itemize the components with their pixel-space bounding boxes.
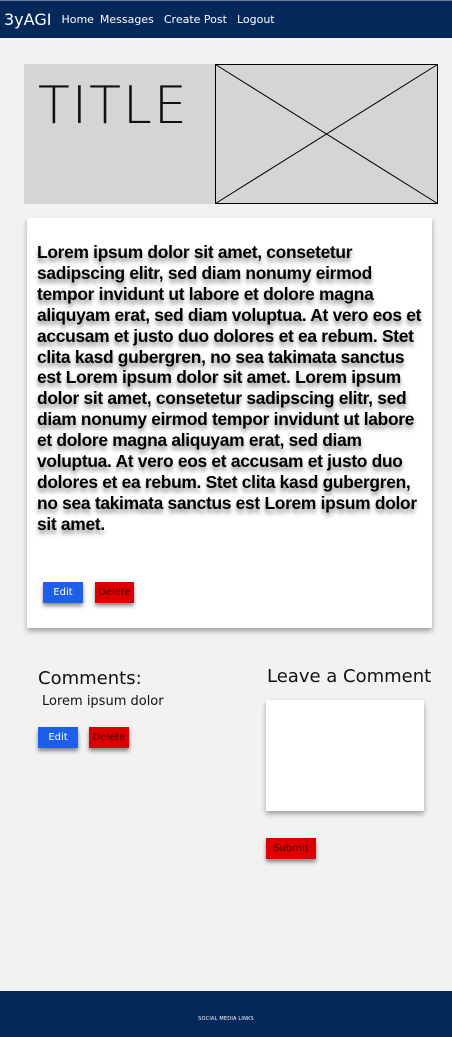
image-placeholder-icon (215, 64, 438, 204)
submit-comment-button[interactable]: Submit (266, 838, 316, 859)
nav-link-create-post[interactable]: Create Post (164, 13, 227, 26)
post-card: Lorem ipsum dolor sit amet, consetetur s… (27, 218, 432, 628)
social-media-links[interactable]: SOCIAL MEDIA LINKS (198, 1016, 254, 1022)
nav-link-messages[interactable]: Messages (100, 13, 154, 26)
post-title: TITLE (38, 76, 189, 136)
comment-text: Lorem ipsum dolor (42, 694, 164, 709)
comments-heading: Comments: (38, 668, 142, 689)
leave-comment-heading: Leave a Comment (267, 666, 432, 687)
post-edit-button[interactable]: Edit (43, 582, 83, 603)
comment-delete-button[interactable]: Delete (89, 727, 129, 748)
comment-input[interactable] (266, 700, 424, 811)
post-delete-button[interactable]: Delete (95, 582, 134, 603)
top-navbar: 3yAGI Home Messages Create Post Logout (0, 0, 452, 38)
footer: SOCIAL MEDIA LINKS (0, 991, 452, 1037)
nav-link-home[interactable]: Home (61, 13, 93, 26)
post-body-text: Lorem ipsum dolor sit amet, consetetur s… (37, 242, 422, 534)
brand-logo-link[interactable]: 3yAGI (4, 10, 51, 29)
comment-edit-button[interactable]: Edit (38, 727, 78, 748)
nav-link-logout[interactable]: Logout (237, 13, 275, 26)
post-header: TITLE (24, 64, 438, 204)
